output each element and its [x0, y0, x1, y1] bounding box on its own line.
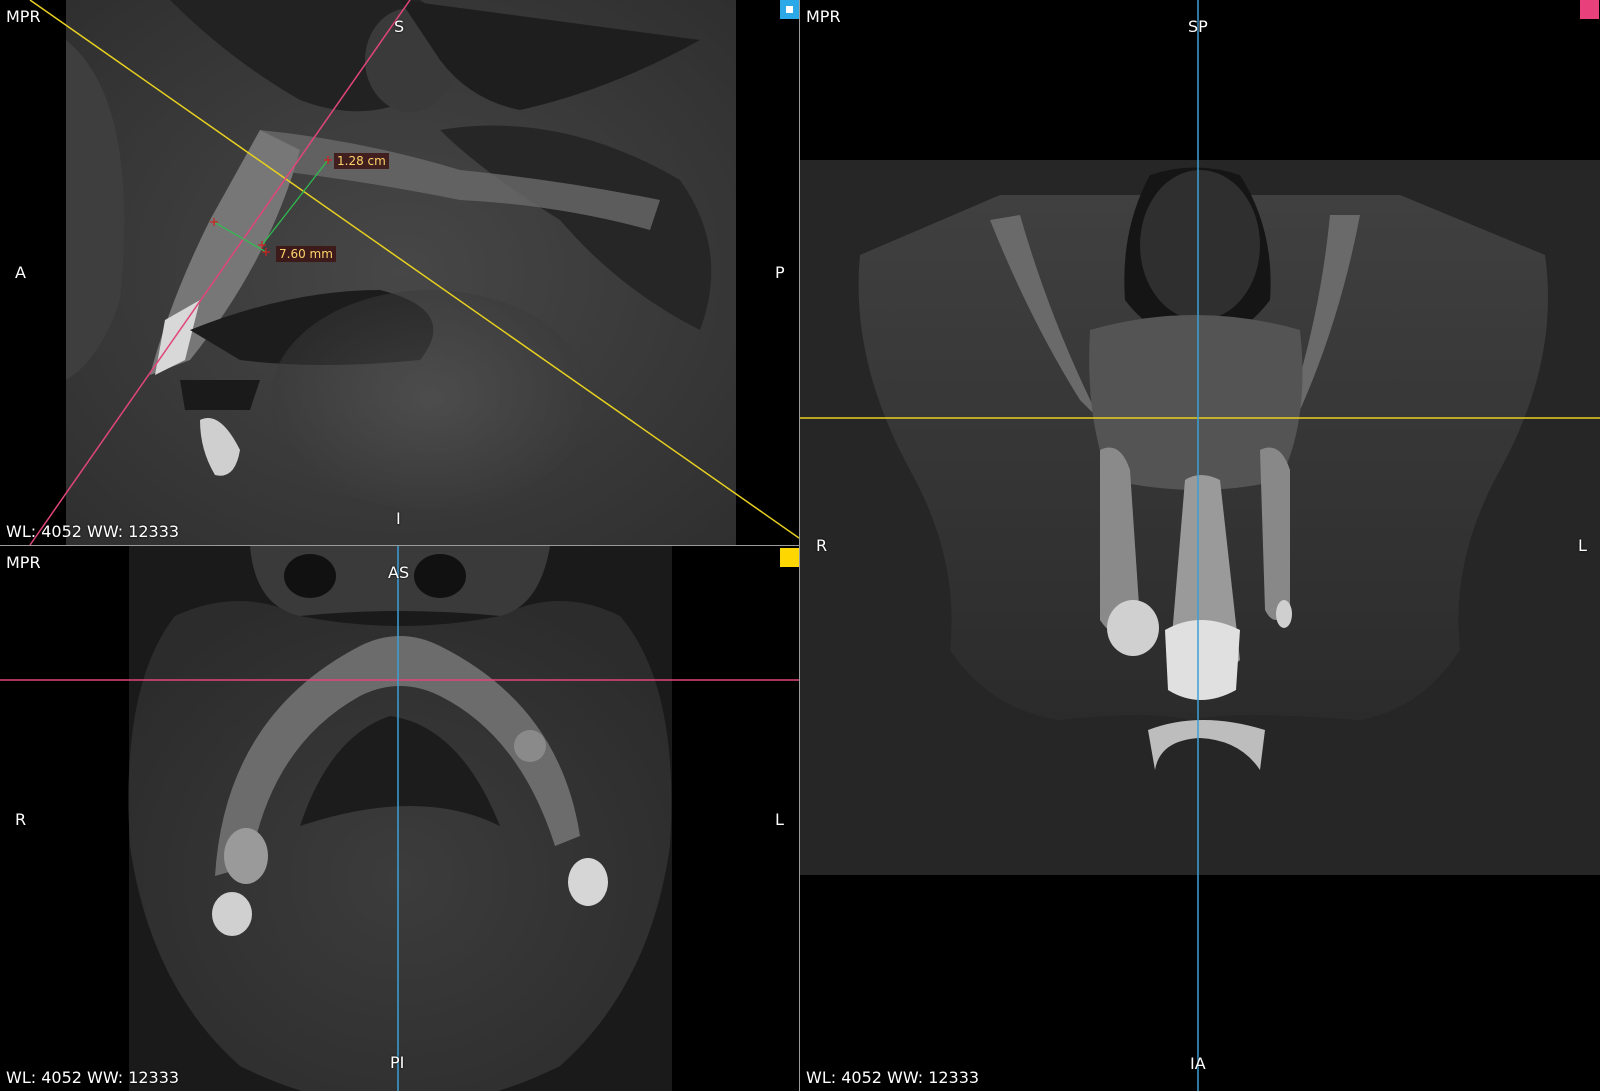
- orientation-left-label: A: [15, 263, 26, 282]
- orientation-bottom-label: IA: [1190, 1054, 1206, 1073]
- viewport-divider-vertical[interactable]: [799, 0, 800, 1091]
- viewport-color-marker: [780, 0, 799, 19]
- axial-reference-line[interactable]: [29, 0, 799, 539]
- measurement-handles[interactable]: [210, 156, 332, 256]
- viewport-title: MPR: [806, 7, 841, 26]
- coronal-reference-line[interactable]: [29, 0, 411, 545]
- axial-viewport[interactable]: MPR AS PI R L WL: 4052 WW: 12333: [0, 546, 799, 1091]
- orientation-top-label: AS: [388, 563, 410, 582]
- coronal-overlay: [800, 0, 1600, 1091]
- orientation-right-label: P: [775, 263, 785, 282]
- sagittal-viewport[interactable]: 1.28 cm 7.60 mm MPR S I A P WL: 4052 WW:…: [0, 0, 799, 545]
- orientation-left-label: R: [15, 810, 27, 829]
- orientation-right-label: L: [775, 810, 784, 829]
- coronal-viewport[interactable]: MPR SP IA R L WL: 4052 WW: 12333: [800, 0, 1600, 1091]
- viewport-title: MPR: [6, 7, 41, 26]
- orientation-bottom-label: PI: [390, 1053, 405, 1072]
- window-level-readout: WL: 4052 WW: 12333: [6, 1068, 180, 1087]
- window-level-readout: WL: 4052 WW: 12333: [6, 522, 180, 541]
- orientation-top-label: SP: [1188, 17, 1208, 36]
- viewport-title: MPR: [6, 553, 41, 572]
- viewport-color-marker: [780, 548, 799, 567]
- sagittal-overlay: [29, 0, 799, 545]
- orientation-top-label: S: [394, 17, 405, 36]
- orientation-right-label: L: [1578, 536, 1587, 555]
- measurement-label-1[interactable]: 1.28 cm: [334, 153, 389, 169]
- axial-overlay: [0, 546, 799, 1091]
- orientation-left-label: R: [816, 536, 828, 555]
- viewport-color-marker: [1580, 0, 1599, 19]
- measurement-line-1[interactable]: [261, 159, 329, 246]
- window-level-readout: WL: 4052 WW: 12333: [806, 1068, 980, 1087]
- measurement-label-2[interactable]: 7.60 mm: [276, 246, 336, 262]
- mpr-viewer: 1.28 cm 7.60 mm MPR S I A P WL: 4052 WW:…: [0, 0, 1600, 1091]
- measurement-line-2[interactable]: [213, 221, 267, 253]
- viewport-divider-horizontal[interactable]: [0, 545, 799, 546]
- orientation-bottom-label: I: [396, 509, 401, 528]
